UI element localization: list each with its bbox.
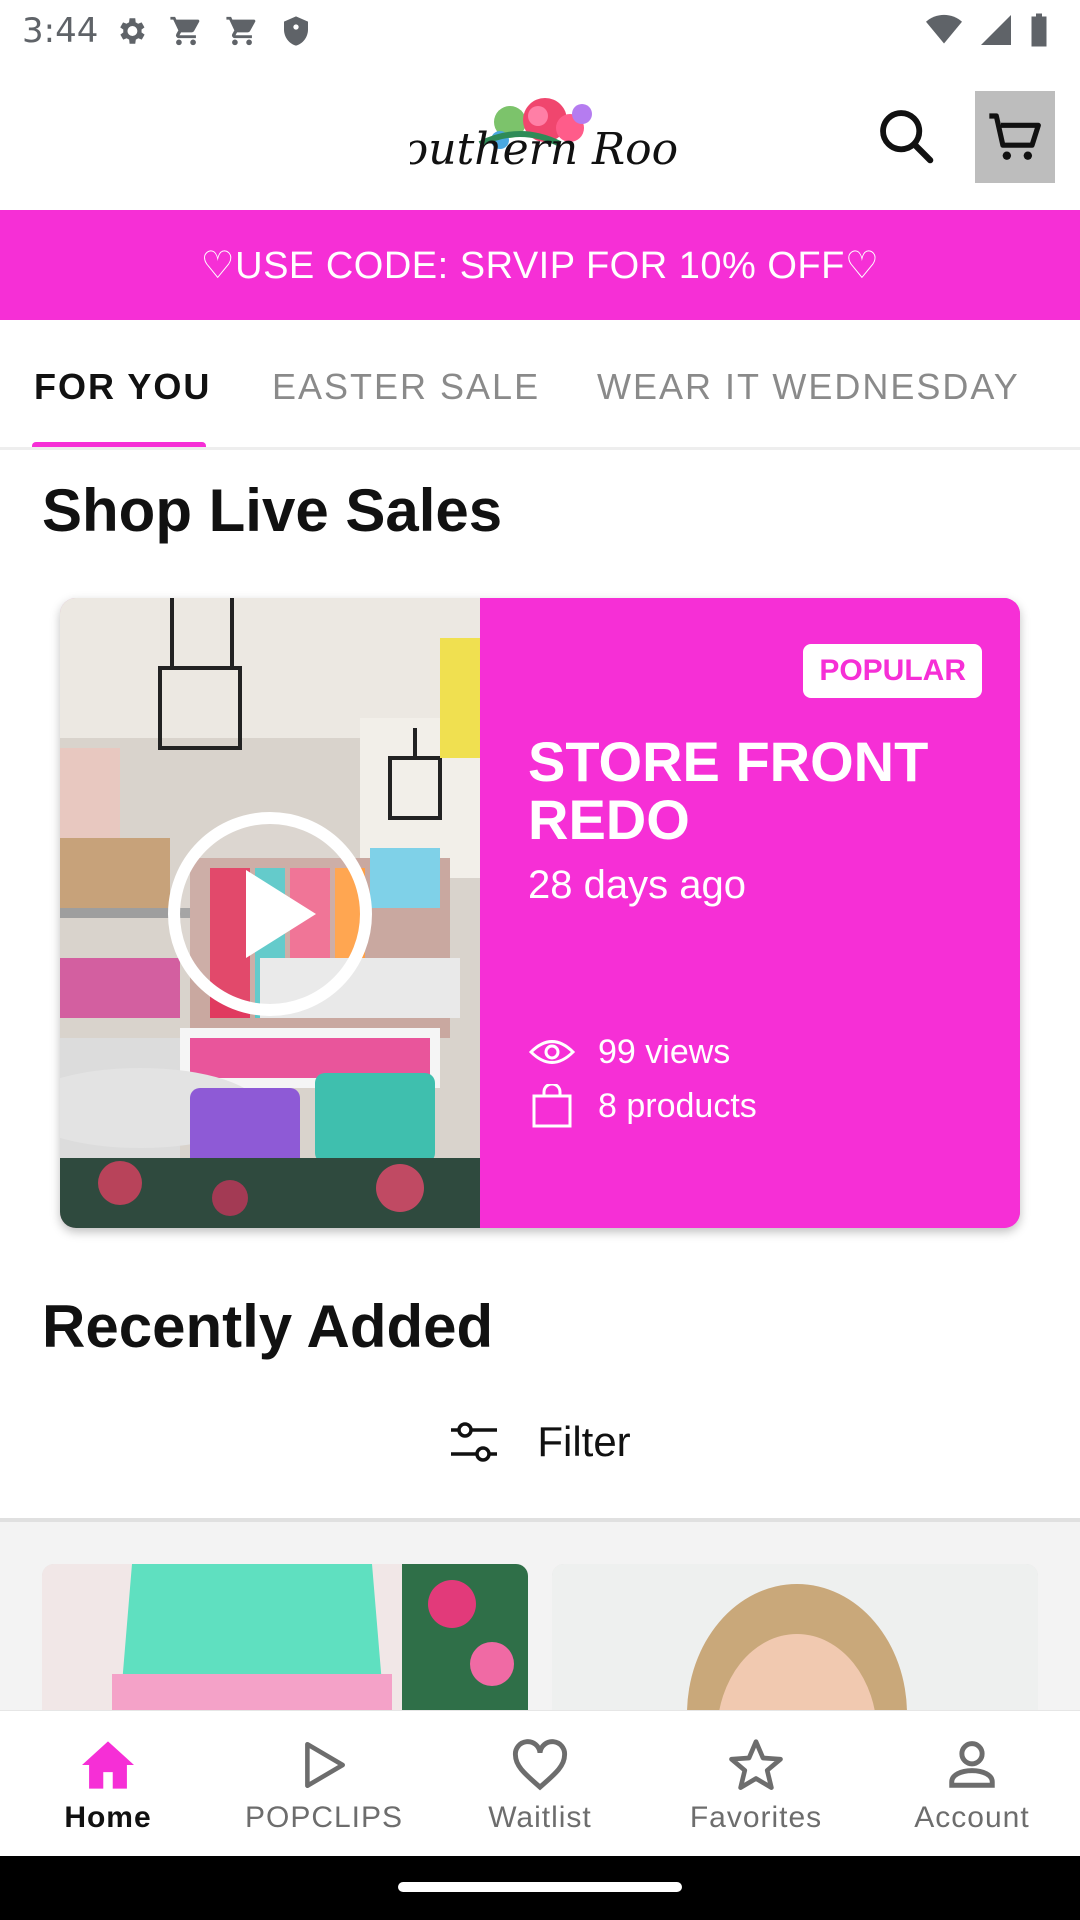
product-card[interactable] <box>552 1564 1038 1710</box>
logo-text: Southern Roots <box>410 124 680 175</box>
cart-icon <box>989 113 1041 160</box>
active-tab-indicator <box>32 442 206 447</box>
product-card[interactable] <box>42 1564 528 1710</box>
star-icon <box>726 1737 786 1793</box>
nav-popclips[interactable]: POPCLIPS <box>216 1711 432 1857</box>
status-time: 3:44 <box>22 11 99 51</box>
product-image <box>42 1564 528 1710</box>
system-gesture-bar <box>0 1856 1080 1920</box>
shopping-bag-icon <box>528 1084 576 1128</box>
tab-for-you[interactable]: FOR YOU <box>34 366 211 408</box>
cart-button[interactable] <box>975 91 1055 183</box>
live-sale-date: 28 days ago <box>528 863 746 907</box>
nav-home[interactable]: Home <box>0 1711 216 1857</box>
products-row: 8 products <box>528 1084 757 1128</box>
status-bar: 3:44 <box>0 0 1080 62</box>
home-gesture-handle[interactable] <box>398 1882 682 1892</box>
tab-easter-sale[interactable]: EASTER SALE <box>272 366 540 408</box>
category-tabs: FOR YOU EASTER SALE WEAR IT WEDNESDAY <box>0 320 1080 450</box>
nav-label-waitlist: Waitlist <box>488 1801 592 1834</box>
section-title-recently-added: Recently Added <box>42 1293 494 1360</box>
logo-graphic: Southern Roots <box>372 98 718 175</box>
shield-icon <box>284 16 309 46</box>
nav-account[interactable]: Account <box>864 1711 1080 1857</box>
play-icon[interactable] <box>164 808 376 1020</box>
cart-icon <box>170 16 200 46</box>
battery-icon <box>1031 13 1047 47</box>
sliders-icon <box>451 1422 498 1462</box>
person-icon <box>942 1737 1002 1793</box>
products-count: 8 products <box>598 1086 757 1125</box>
views-count: 99 views <box>598 1032 731 1071</box>
signal-icon <box>981 15 1011 45</box>
promo-banner[interactable]: ♡USE CODE: SRVIP FOR 10% OFF♡ <box>0 210 1080 320</box>
tab-wear-it-wednesday[interactable]: WEAR IT WEDNESDAY <box>597 366 1020 408</box>
heart-icon <box>510 1737 570 1793</box>
nav-label-account: Account <box>914 1801 1030 1834</box>
cart-icon <box>226 16 256 46</box>
bottom-navigation: Home POPCLIPS Waitlist Favorites Account <box>0 1710 1080 1856</box>
nav-waitlist[interactable]: Waitlist <box>432 1711 648 1857</box>
nav-label-popclips: POPCLIPS <box>244 1801 404 1834</box>
promo-text: ♡USE CODE: SRVIP FOR 10% OFF♡ <box>200 244 880 287</box>
live-sale-card[interactable]: POPULAR STORE FRONT REDO 28 days ago 99 … <box>60 598 1020 1228</box>
live-sale-thumbnail[interactable] <box>60 598 480 1228</box>
gear-icon <box>120 18 145 44</box>
section-title-live-sales: Shop Live Sales <box>42 477 503 544</box>
nav-label-home: Home <box>64 1801 152 1834</box>
filter-button[interactable]: Filter <box>0 1400 1080 1484</box>
play-outline-icon <box>294 1737 354 1793</box>
status-notification-icons <box>114 14 312 48</box>
home-icon <box>78 1737 138 1793</box>
product-grid <box>0 1522 1080 1710</box>
nav-label-favorites: Favorites <box>689 1801 823 1834</box>
live-sale-title: STORE FRONT REDO <box>528 730 929 851</box>
search-icon <box>880 110 934 164</box>
filter-label: Filter <box>537 1418 631 1465</box>
live-sale-info: POPULAR STORE FRONT REDO 28 days ago 99 … <box>480 598 1020 1228</box>
brand-logo[interactable]: Southern Roots <box>372 82 718 192</box>
eye-icon <box>528 1030 576 1074</box>
views-row: 99 views <box>528 1030 730 1074</box>
popular-badge: POPULAR <box>803 644 982 698</box>
status-system-icons <box>924 12 1050 48</box>
product-image <box>552 1564 1038 1710</box>
search-button[interactable] <box>870 100 942 172</box>
wifi-icon <box>926 14 962 44</box>
app-header: Southern Roots <box>0 62 1080 210</box>
nav-favorites[interactable]: Favorites <box>648 1711 864 1857</box>
